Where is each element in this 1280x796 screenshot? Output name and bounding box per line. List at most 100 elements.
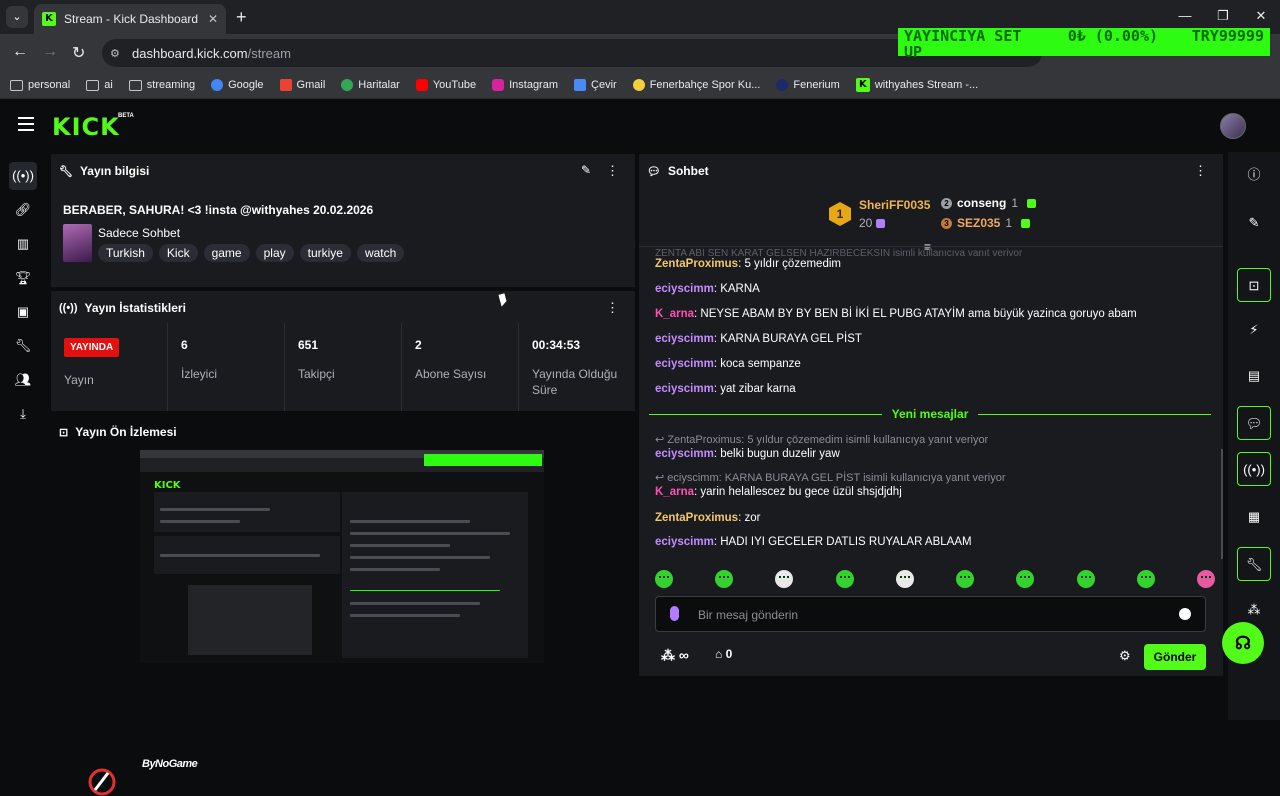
emote-icon[interactable] [1016,570,1035,588]
chat-username[interactable]: K_arna [655,486,694,498]
community-icon[interactable]: 👥︎ [9,366,37,394]
upload-icon[interactable]: ⤓ [9,400,37,428]
stream-dashboard-icon[interactable]: ((•)) [9,162,37,190]
info-icon[interactable]: ⓘ [1237,158,1271,192]
edit-icon[interactable]: ✎ [581,163,591,177]
emote-icon[interactable] [1196,570,1215,588]
stream-preview-video[interactable]: KICK [140,450,544,663]
category-name[interactable]: Sadece Sohbet [98,226,180,240]
emoji-picker-icon[interactable] [1179,608,1191,620]
chat-username[interactable]: eciyscimm [655,536,714,548]
edit-icon[interactable]: ✎ [1237,206,1271,240]
rank-username[interactable]: conseng [957,196,1006,210]
bookmark-folder[interactable]: personal [10,79,70,91]
more-options-icon[interactable]: ⋮ [606,163,619,179]
notes-icon[interactable]: ▤ [1237,359,1271,393]
rank-username[interactable]: SEZ035 [957,216,1000,230]
chat-username[interactable]: ZentaProximus [655,512,738,524]
reload-icon[interactable]: ↻ [72,43,85,63]
bookmark-link[interactable]: Gmail [279,79,325,91]
emote-icon[interactable] [775,570,794,588]
chat-username[interactable]: eciyscimm [655,283,714,295]
kick-logo[interactable]: KICK [52,113,120,141]
bynogame-brand: ByNoGame [142,758,198,770]
emote-icon[interactable] [956,570,975,588]
tag[interactable]: game [203,244,250,262]
chat-username[interactable]: eciyscimm [655,333,714,345]
chat-message: eciyscimm: KARNA BURAYA GEL PİST [655,333,862,345]
bookmark-link[interactable]: Fenerbahçe Spor Ku... [632,79,760,91]
channel-points[interactable]: ⁂ ∞ [661,647,689,664]
leader-username[interactable]: SheriFF0035 [859,198,930,212]
store-count[interactable]: ⌂ 0 [715,647,732,661]
link-icon[interactable]: 🔗︎ [9,196,37,224]
emote-icon[interactable] [715,570,734,588]
goal-amount: 0₺ (0.00%) [1067,27,1159,45]
bookmark-link[interactable]: Çevir [574,79,617,91]
wrench-icon[interactable]: 🔧︎ [9,332,37,360]
chat-username[interactable]: K_arna [655,308,694,320]
support-headset-icon[interactable]: ☊ [1222,622,1264,664]
more-options-icon[interactable]: ⋮ [606,300,619,316]
tag[interactable]: watch [356,244,405,262]
wrench-toggle-icon[interactable]: 🔧︎ [1237,547,1271,581]
more-options-icon[interactable]: ⋮ [1194,163,1207,179]
tag[interactable]: Kick [158,244,198,262]
tag[interactable]: Turkish [98,244,153,262]
microphone-icon[interactable] [670,606,679,621]
new-messages-divider[interactable]: Yeni mesajlar [649,407,1211,421]
stat-label: Takipçi [298,367,335,381]
instagram-icon [492,79,505,91]
tab-close-icon[interactable]: ✕ [208,12,218,26]
chat-messages: ZENTA ABI SEN KARAT GELSEN HAZIRBECEKSIN… [649,248,1211,558]
bookmark-link[interactable]: Instagram [492,79,558,91]
chat-username[interactable]: eciyscimm [655,383,714,395]
chat-message-input[interactable]: Bir mesaj gönderin [655,596,1206,632]
chat-toggle-icon[interactable]: 💬︎ [1237,406,1271,440]
tag[interactable]: play [255,244,294,262]
stat-value: 2 [415,338,422,352]
lightning-icon[interactable]: ⚡︎ [1237,313,1271,347]
menu-icon[interactable] [18,117,34,135]
bookmark-link[interactable]: YouTube [415,79,476,91]
chat-username[interactable]: eciyscimm [655,358,714,370]
user-avatar[interactable] [1220,113,1246,139]
preview-toggle-icon[interactable]: ⊡ [1237,268,1271,302]
goal-target: TRY99999 [1191,27,1264,45]
chat-username[interactable]: eciyscimm [655,448,714,460]
emote-icon[interactable] [1076,570,1095,588]
media-icon[interactable]: ▣ [9,298,37,326]
new-tab-button[interactable]: + [236,7,247,28]
bookmark-link[interactable]: Google [211,79,264,91]
emote-icon[interactable] [655,570,673,588]
chat-scrollbar[interactable] [1221,449,1223,559]
bookmark-folder[interactable]: streaming [128,79,195,91]
back-icon[interactable]: ← [12,43,28,61]
trophy-icon[interactable]: 🏆︎ [9,264,37,292]
emote-icon[interactable] [835,570,854,588]
browser-tab[interactable]: K Stream - Kick Dashboard ✕ [34,4,226,34]
bookmark-link[interactable]: Haritalar [341,79,400,91]
tag[interactable]: turkiye [299,244,351,262]
google-icon [211,79,224,91]
maps-icon [341,79,354,91]
emote-icon[interactable] [895,570,914,588]
preview-kick-logo: KICK [154,480,181,491]
send-button[interactable]: Gönder [1144,644,1206,670]
forward-icon[interactable]: → [42,43,58,61]
chat-username[interactable]: ZentaProximus [655,258,738,270]
scene-icon[interactable]: ▦ [1237,500,1271,534]
broadcast-toggle-icon[interactable]: ((•)) [1237,452,1271,486]
chat-settings-icon[interactable]: ⚙ [1119,648,1131,664]
tab-search-button[interactable]: ⌄ [6,6,28,28]
chat-bubble-icon: 💬︎ [647,165,661,178]
youtube-icon [415,79,428,91]
bookmark-link[interactable]: Kwithyahes Stream -... [855,78,978,92]
analytics-icon[interactable]: ▥ [9,230,37,258]
site-info-icon[interactable]: ⚙ [110,47,128,60]
left-rail: ((•)) 🔗︎ ▥ 🏆︎ ▣ 🔧︎ 👥︎ ⤓ [0,152,46,720]
live-badge: YAYINDA [64,338,120,357]
emote-icon[interactable] [1136,570,1155,588]
bookmark-link[interactable]: Fenerium [776,79,840,91]
bookmark-folder[interactable]: ai [86,79,113,91]
